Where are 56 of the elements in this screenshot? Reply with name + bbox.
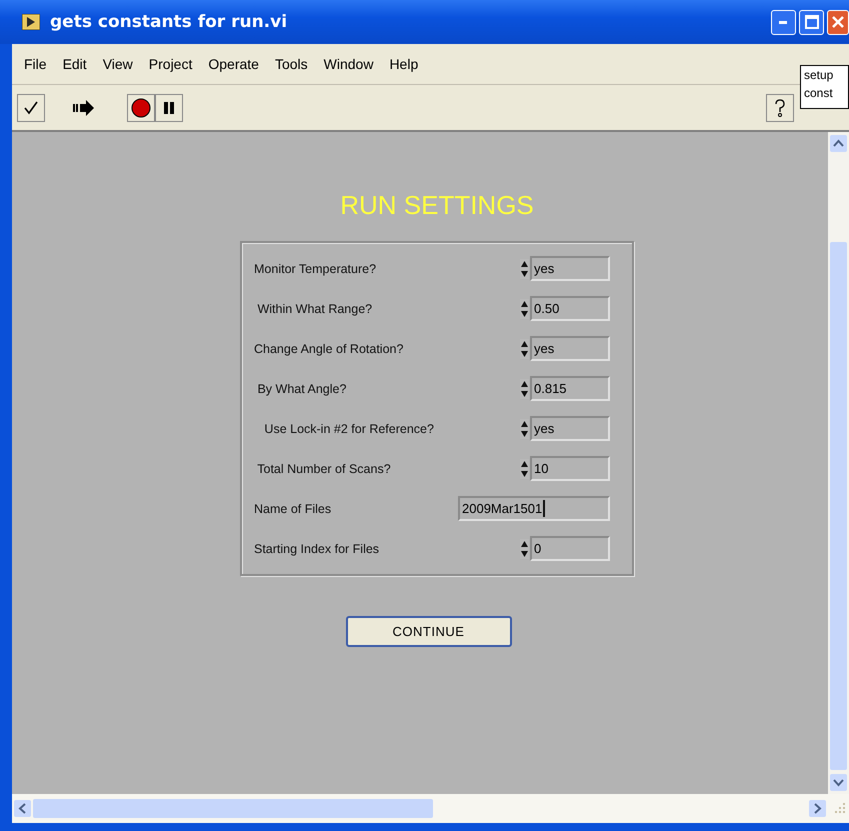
window-title: gets constants for run.vi: [50, 12, 288, 32]
abort-button[interactable]: [127, 94, 155, 122]
increment-arrows-icon[interactable]: [520, 338, 529, 358]
field-label: By What Angle?: [256, 382, 346, 396]
string-control[interactable]: 2009Mar1501: [458, 496, 610, 521]
ring-control[interactable]: yes: [530, 256, 610, 281]
numeric-control[interactable]: 0: [530, 536, 610, 561]
scroll-up-icon: [830, 135, 847, 152]
numeric-control[interactable]: 10: [530, 456, 610, 481]
field-label: Use Lock-in #2 for Reference?: [263, 422, 434, 436]
ring-control[interactable]: yes: [530, 336, 610, 361]
menu-item[interactable]: Edit: [54, 56, 95, 72]
pause-icon: [163, 100, 175, 114]
menu-item[interactable]: File: [16, 56, 55, 72]
field-label: Starting Index for Files: [254, 542, 380, 556]
menu-item[interactable]: Project: [140, 56, 200, 72]
vertical-scrollbar[interactable]: [828, 132, 849, 794]
menu-item[interactable]: Help: [381, 56, 426, 72]
numeric-control[interactable]: 0.815: [530, 376, 610, 401]
scroll-left-icon: [14, 800, 31, 817]
field-label: Name of Files: [254, 502, 332, 516]
horizontal-scrollbar[interactable]: [12, 798, 828, 819]
app-icon: [22, 14, 40, 30]
scroll-right-icon: [809, 800, 826, 817]
increment-arrows-icon[interactable]: [520, 258, 529, 278]
maximize-button[interactable]: [799, 10, 824, 34]
field-label: Within What Range?: [256, 302, 372, 316]
close-button[interactable]: [827, 10, 849, 34]
menu-item[interactable]: Operate: [200, 56, 267, 72]
scroll-down-icon: [830, 774, 847, 791]
menu-item[interactable]: View: [94, 56, 141, 72]
increment-arrows-icon[interactable]: [520, 418, 529, 438]
continue-button[interactable]: CONTINUE: [346, 616, 512, 647]
help-icon: [773, 98, 787, 118]
menu-item[interactable]: Tools: [266, 56, 316, 72]
field-label: Monitor Temperature?: [254, 262, 376, 276]
maximize-icon: [804, 15, 818, 29]
minimize-icon: [778, 20, 788, 24]
menu-item[interactable]: Window: [316, 56, 382, 72]
icon-label: setup const: [800, 65, 849, 109]
pause-button[interactable]: [155, 94, 183, 122]
stop-icon: [131, 98, 151, 118]
context-help-button[interactable]: [766, 94, 794, 122]
close-icon: [831, 15, 845, 29]
increment-arrows-icon[interactable]: [520, 298, 529, 318]
numeric-control[interactable]: 0.50: [530, 296, 610, 321]
field-label: Change Angle of Rotation?: [254, 342, 404, 356]
field-label: Total Number of Scans?: [256, 462, 391, 476]
panel-title: RUN SETTINGS: [340, 190, 534, 221]
increment-arrows-icon[interactable]: [520, 458, 529, 478]
run-button[interactable]: [17, 94, 45, 122]
ring-control[interactable]: yes: [530, 416, 610, 441]
checkmark-icon: [23, 100, 39, 116]
increment-arrows-icon[interactable]: [520, 378, 529, 398]
minimize-button[interactable]: [771, 10, 796, 34]
increment-arrows-icon[interactable]: [520, 538, 529, 558]
